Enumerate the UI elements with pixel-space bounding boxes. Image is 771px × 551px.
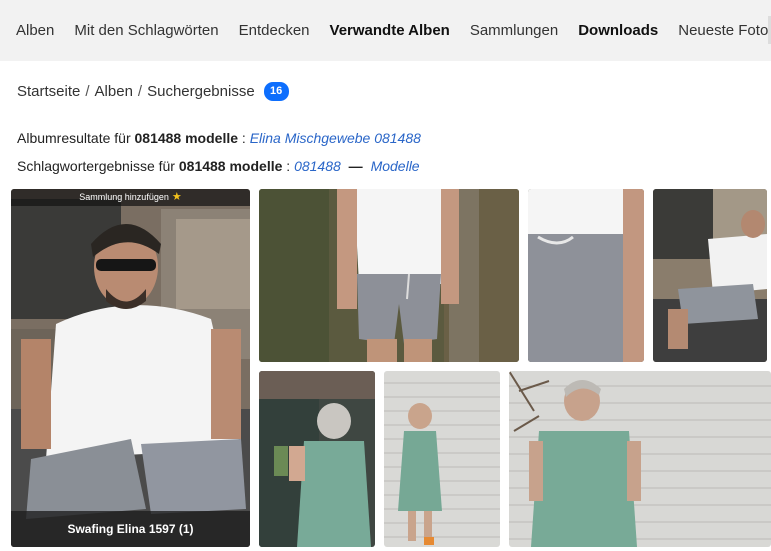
tag-link-081488[interactable]: 081488 xyxy=(294,158,341,174)
tag-results-colon: : xyxy=(286,158,291,174)
album-results-prefix: Albumresultate für xyxy=(17,130,131,146)
photo-woman-brick-wall xyxy=(384,371,500,547)
tag-link-modelle[interactable]: Modelle xyxy=(371,158,420,174)
tag-results-query: 081488 modelle xyxy=(178,158,283,174)
breadcrumb-search-results: Suchergebnisse xyxy=(147,83,255,100)
nav-item-verwandte-alben[interactable]: Verwandte Alben xyxy=(330,22,450,39)
nav-item-neueste-fotos[interactable]: Neueste Fotos xyxy=(678,22,771,39)
breadcrumb-albums[interactable]: Alben xyxy=(95,83,133,100)
photo-tile[interactable] xyxy=(259,189,519,362)
album-results-query: 081488 modelle xyxy=(134,130,239,146)
tag-results-prefix: Schlagwortergebnisse für xyxy=(17,158,175,174)
photo-woman-closeup xyxy=(509,371,771,547)
tag-results-dash: — xyxy=(348,158,363,174)
add-to-collection-bar[interactable]: Sammlung hinzufügen ★ xyxy=(11,189,250,206)
photo-shorts-front xyxy=(259,189,519,362)
tag-results-line: Schlagwortergebnisse für 081488 modelle … xyxy=(17,158,420,174)
photo-man-reclining xyxy=(653,189,767,362)
photo-tile-featured[interactable]: Sammlung hinzufügen ★ Swafing Elina 1597 … xyxy=(11,189,250,547)
album-result-link[interactable]: Elina Mischgewebe 081488 xyxy=(250,130,421,146)
photo-tile[interactable] xyxy=(528,189,644,362)
photo-tile[interactable] xyxy=(653,189,767,362)
photo-pocket-closeup xyxy=(528,189,644,362)
breadcrumb-divider: / xyxy=(85,83,90,100)
nav-item-schlagwoerter[interactable]: Mit den Schlagwörten xyxy=(74,22,218,39)
star-icon: ★ xyxy=(171,191,182,203)
album-results-line: Albumresultate für 081488 modelle : Elin… xyxy=(17,130,421,146)
breadcrumb-divider: / xyxy=(137,83,143,100)
photo-tile[interactable] xyxy=(509,371,771,547)
photo-caption: Swafing Elina 1597 (1) xyxy=(11,511,250,547)
add-to-collection-label: Sammlung hinzufügen xyxy=(79,192,169,202)
breadcrumb: Startseite / Alben / Suchergebnisse 16 xyxy=(17,82,289,101)
photo-man-sitting xyxy=(11,189,250,547)
photo-woman-back xyxy=(259,371,375,547)
nav-item-downloads[interactable]: Downloads xyxy=(578,22,658,39)
nav-item-entdecken[interactable]: Entdecken xyxy=(239,22,310,39)
result-count-badge: 16 xyxy=(263,82,289,101)
photo-tile[interactable] xyxy=(384,371,500,547)
nav-item-alben[interactable]: Alben xyxy=(16,22,54,39)
breadcrumb-home[interactable]: Startseite xyxy=(17,83,80,100)
nav-item-sammlungen[interactable]: Sammlungen xyxy=(470,22,558,39)
top-navigation: Alben Mit den Schlagwörten Entdecken Ver… xyxy=(0,0,771,61)
photo-tile[interactable] xyxy=(259,371,375,547)
album-results-colon: : xyxy=(241,130,246,146)
